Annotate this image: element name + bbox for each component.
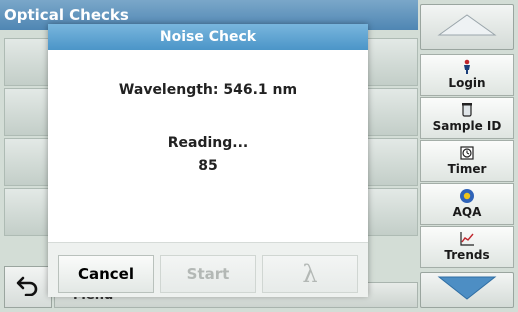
sample-id-label: Sample ID [432,119,502,133]
login-button[interactable]: Login [420,54,514,96]
sample-vial-icon [459,102,475,118]
aqa-button[interactable]: AQA [420,183,514,225]
noise-check-dialog: Noise Check Wavelength: 546.1 nm Reading… [48,24,368,297]
timer-button[interactable]: Timer [420,140,514,182]
reading-status-text: Reading... [167,135,249,151]
back-button[interactable] [4,266,52,308]
trends-button[interactable]: Trends [420,226,514,268]
instrument-screen: Optical Checks Menu [0,0,518,312]
dialog-title: Noise Check [48,24,368,50]
triangle-up-icon [437,13,497,41]
wavelength-text: Wavelength: 546.1 nm [118,82,298,98]
start-button[interactable]: Start [160,255,256,293]
side-panel: Login Sample ID Timer AQA Trends [420,4,514,308]
login-label: Login [448,76,486,90]
timer-label: Timer [447,162,487,176]
reading-value: 85 [198,158,218,174]
timer-icon [459,145,475,161]
triangle-down-icon [437,275,497,305]
person-icon [459,59,475,75]
cancel-button[interactable]: Cancel [58,255,154,293]
scroll-up-button[interactable] [420,4,514,50]
trends-label: Trends [444,248,490,262]
wavelength-button[interactable]: λ [262,255,358,293]
aqa-icon [459,188,475,204]
scroll-down-button[interactable] [420,272,514,308]
dialog-footer: Cancel Start λ [48,242,368,297]
undo-arrow-icon [16,274,40,300]
sample-id-button[interactable]: Sample ID [420,97,514,139]
trends-chart-icon [459,231,475,247]
aqa-label: AQA [452,205,482,219]
